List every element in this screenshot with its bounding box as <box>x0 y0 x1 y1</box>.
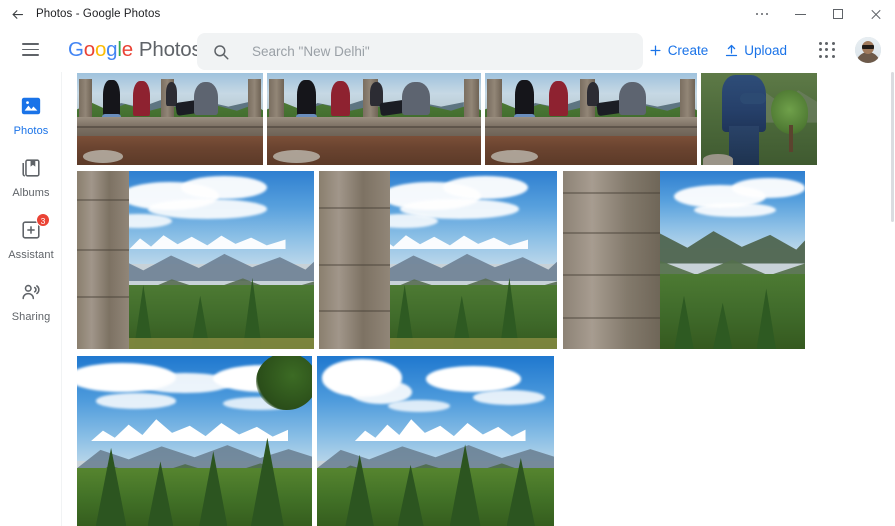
assistant-badge: 3 <box>36 213 50 227</box>
logo-letter-g2: g <box>106 37 118 61</box>
logo-letter-o1: o <box>83 37 95 61</box>
photo-grid <box>62 72 895 526</box>
upload-label: Upload <box>744 42 787 58</box>
account-avatar[interactable] <box>855 37 881 63</box>
back-arrow-icon[interactable] <box>0 0 34 28</box>
photos-icon <box>19 94 43 118</box>
logo-letter-g1: G <box>68 37 84 61</box>
photo-tile[interactable] <box>317 356 554 526</box>
photo-tile[interactable] <box>267 73 481 165</box>
window-title: Photos - Google Photos <box>36 8 161 20</box>
sidebar-item-sharing[interactable]: Sharing <box>0 280 62 340</box>
create-button[interactable]: Create <box>640 37 717 64</box>
sidebar-item-albums[interactable]: Albums <box>0 156 62 216</box>
logo-letter-o2: o <box>94 37 107 61</box>
photo-tile[interactable] <box>77 356 312 526</box>
search-input[interactable] <box>252 40 632 63</box>
scrollbar-thumb[interactable] <box>891 72 894 222</box>
close-icon[interactable] <box>857 0 895 28</box>
hamburger-menu-icon[interactable] <box>10 30 50 70</box>
photo-row-1 <box>77 73 817 165</box>
google-photos-logo: Google Photos <box>68 38 202 62</box>
photo-tile[interactable] <box>701 73 817 165</box>
photo-tile[interactable] <box>77 171 314 349</box>
search-bar[interactable] <box>197 33 643 70</box>
albums-icon <box>19 156 43 180</box>
search-icon <box>212 43 230 61</box>
photo-row-3 <box>77 356 554 526</box>
sidebar-label-albums: Albums <box>12 187 50 199</box>
vertical-scrollbar[interactable] <box>890 72 895 526</box>
maximize-icon[interactable] <box>819 0 857 28</box>
more-options-icon[interactable] <box>743 0 781 28</box>
sidebar-label-assistant: Assistant <box>8 249 54 261</box>
sidebar-item-photos[interactable]: Photos <box>0 94 62 154</box>
window-title-bar: Photos - Google Photos <box>0 0 895 28</box>
sharing-icon <box>19 280 43 304</box>
photo-tile[interactable] <box>77 73 263 165</box>
photo-tile[interactable] <box>485 73 697 165</box>
logo-product-name: Photos <box>138 37 202 61</box>
sidebar-item-assistant[interactable]: 3 Assistant <box>0 213 62 278</box>
photo-tile[interactable] <box>563 171 805 349</box>
upload-button[interactable]: Upload <box>716 37 795 64</box>
logo-letter-e: e <box>121 37 133 61</box>
minimize-icon[interactable] <box>781 0 819 28</box>
photo-tile[interactable] <box>319 171 557 349</box>
sidebar: Photos Albums 3 Assistant Sharing <box>0 72 62 526</box>
sidebar-label-sharing: Sharing <box>11 311 51 323</box>
create-label: Create <box>667 42 709 58</box>
header-actions: Create Upload <box>640 28 895 72</box>
assistant-icon: 3 <box>19 213 50 242</box>
photo-row-2 <box>77 171 805 349</box>
apps-grid-icon[interactable] <box>809 32 845 68</box>
sidebar-label-photos: Photos <box>13 125 49 137</box>
